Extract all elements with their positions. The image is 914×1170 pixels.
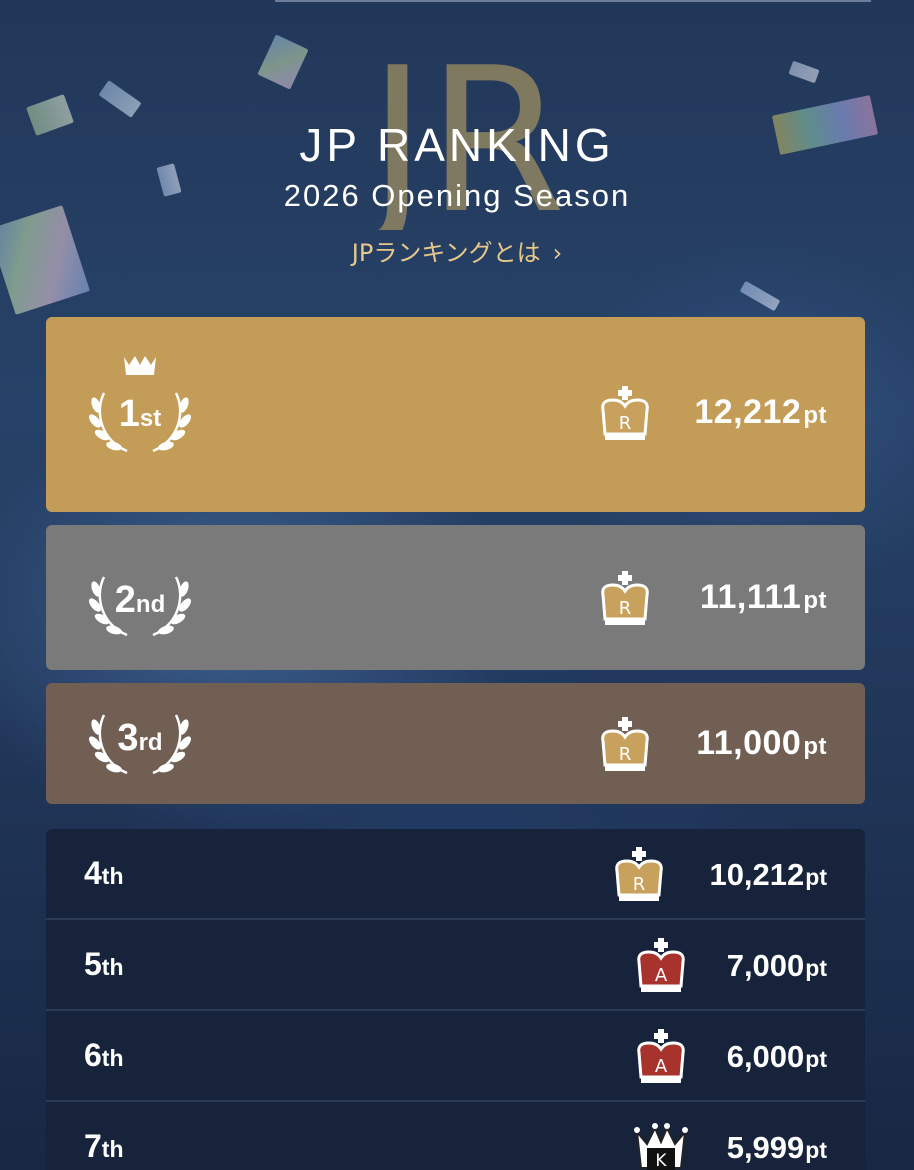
rank-label: 4th <box>84 855 124 891</box>
rank-r-crown-icon: R <box>601 571 649 625</box>
ranking-row[interactable]: 4th R 10,212pt <box>46 829 865 920</box>
ranking-row[interactable]: 5th A 7,000pt <box>46 920 865 1011</box>
rank-k-crown-icon: K <box>634 1123 688 1170</box>
laurel-badge: 2nd <box>82 547 198 647</box>
ranking-row[interactable]: 6th A 6,000pt <box>46 1011 865 1102</box>
about-ranking-link[interactable]: JPランキングとは › <box>0 233 914 268</box>
points-value: 5,999pt <box>726 1130 827 1165</box>
podium-card-first[interactable]: 1st R 12,212pt <box>46 317 865 512</box>
points-value: 6,000pt <box>726 1039 827 1074</box>
points-value: 11,000pt <box>696 724 827 762</box>
podium-card-second[interactable]: 2nd R 11,111pt <box>46 525 865 670</box>
rank-label: 1st <box>118 393 162 435</box>
rank-label: 7th <box>84 1128 124 1164</box>
svg-text:R: R <box>619 413 632 434</box>
laurel-badge: 1st <box>82 353 198 453</box>
rank-r-crown-icon: R <box>615 847 663 901</box>
rank-label: 2nd <box>114 579 166 621</box>
chevron-right-icon: › <box>552 239 563 267</box>
ranking-header: JR JP RANKING 2026 Opening Season JPランキン… <box>0 0 914 300</box>
rank-a-crown-icon: A <box>637 1029 685 1083</box>
points-value: 11,111pt <box>699 578 827 616</box>
page-title: JP RANKING <box>299 119 615 171</box>
points-value: 7,000pt <box>726 948 827 983</box>
laurel-badge: 3rd <box>82 695 198 795</box>
points-value: 10,212pt <box>709 857 827 892</box>
svg-text:R: R <box>633 874 646 895</box>
season-subtitle: 2026 Opening Season <box>283 178 631 213</box>
rank-label: 3rd <box>117 717 163 759</box>
ranking-row[interactable]: 7th K 5,999pt <box>46 1102 865 1170</box>
rank-r-crown-icon: R <box>601 717 649 771</box>
svg-text:A: A <box>655 965 668 986</box>
svg-text:R: R <box>619 744 632 765</box>
rank-label: 5th <box>84 946 124 982</box>
rank-r-crown-icon: R <box>601 386 649 440</box>
ranking-list: 4th R 10,212pt 5th A 7,000pt 6th A 6,000… <box>46 829 865 1170</box>
points-value: 12,212pt <box>694 393 827 431</box>
rank-label: 6th <box>84 1037 124 1073</box>
about-link-label: JPランキングとは <box>351 239 541 267</box>
rank-a-crown-icon: A <box>637 938 685 992</box>
svg-text:K: K <box>655 1151 667 1170</box>
svg-text:R: R <box>619 598 632 619</box>
svg-text:A: A <box>655 1056 668 1077</box>
podium-card-third[interactable]: 3rd R 11,000pt <box>46 683 865 804</box>
